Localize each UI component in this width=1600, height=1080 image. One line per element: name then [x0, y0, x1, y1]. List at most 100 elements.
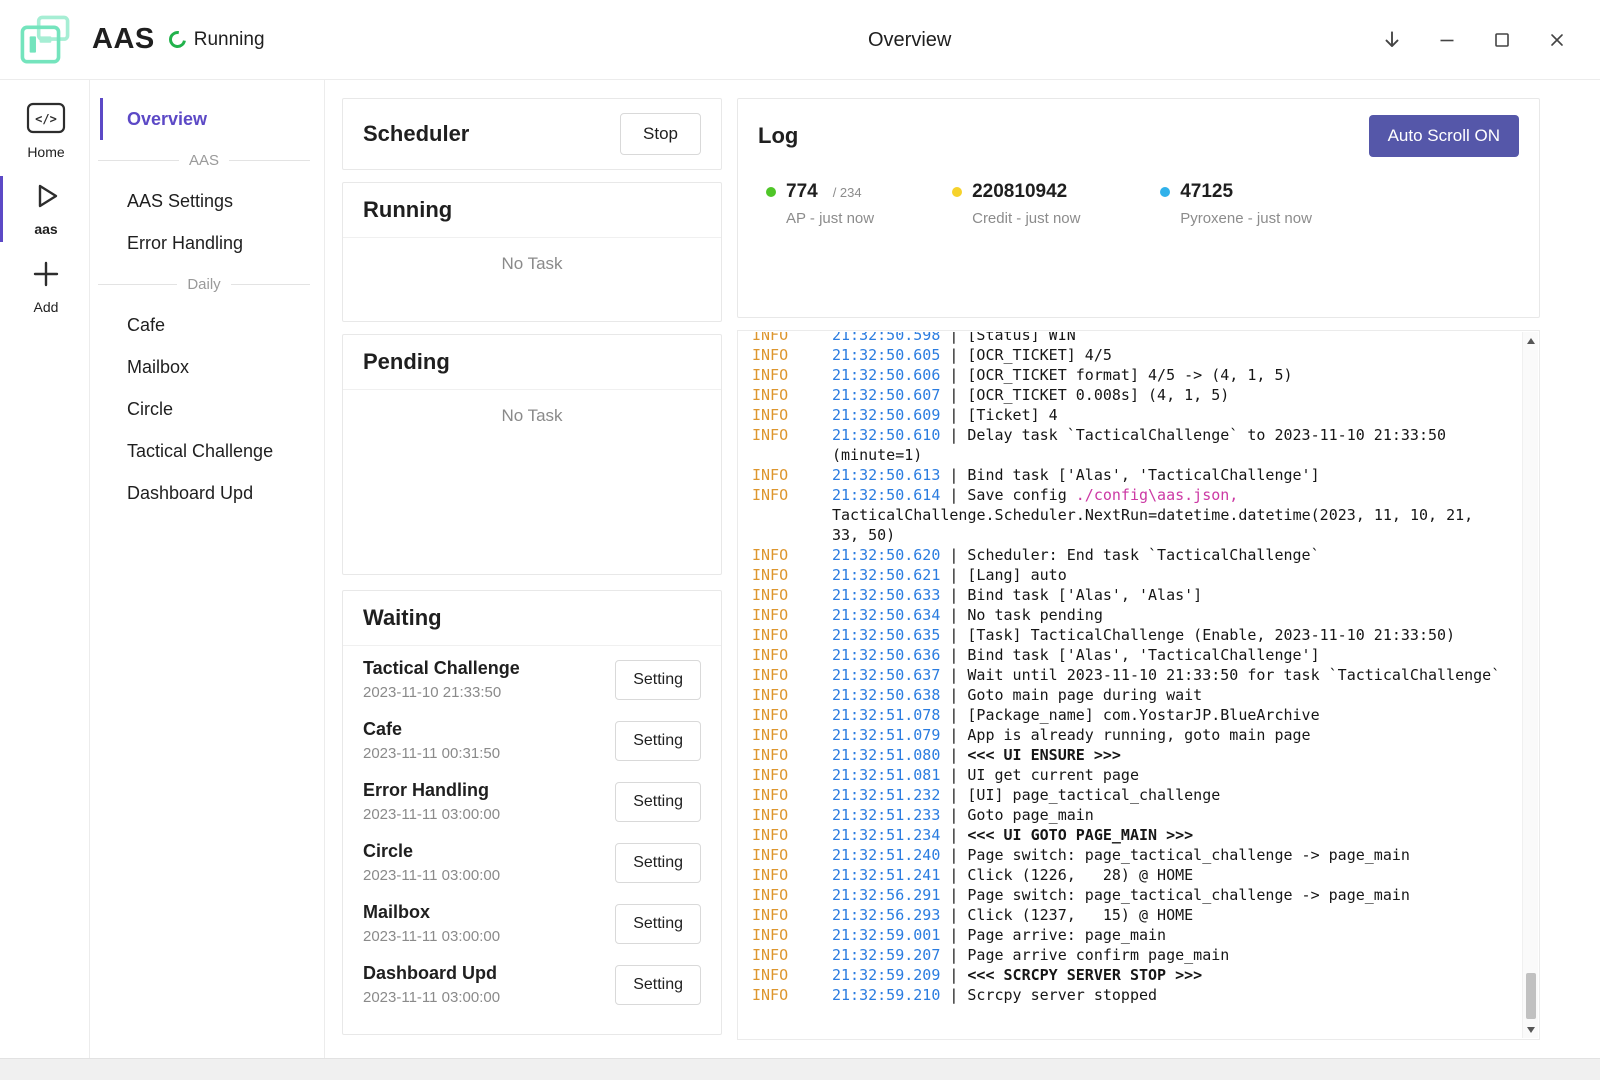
sidebar-item-error-handling[interactable]: Error Handling — [100, 222, 324, 264]
waiting-task-time: 2023-11-11 03:00:00 — [363, 806, 500, 823]
svg-text:</>: </> — [35, 112, 57, 126]
minimize-button[interactable] — [1430, 23, 1464, 57]
pending-card-header: Pending — [343, 335, 721, 390]
auto-scroll-toggle[interactable]: Auto Scroll ON — [1369, 115, 1519, 157]
task-setting-button[interactable]: Setting — [615, 904, 701, 944]
task-setting-button[interactable]: Setting — [615, 721, 701, 761]
scroll-up-arrow-icon[interactable] — [1523, 332, 1538, 349]
nav-rail-label: Add — [34, 299, 59, 315]
log-line: TacticalChallenge.Scheduler.NextRun=date… — [752, 505, 1522, 525]
waiting-task-row: Cafe 2023-11-11 00:31:50 Setting — [363, 710, 701, 771]
task-setting-button[interactable]: Setting — [615, 843, 701, 883]
waiting-task-time: 2023-11-11 03:00:00 — [363, 989, 500, 1006]
sidebar-item-tactical-challenge[interactable]: Tactical Challenge — [100, 430, 324, 472]
log-line: INFO21:32:50.598|[Status] WIN — [752, 332, 1522, 345]
task-setting-button[interactable]: Setting — [615, 660, 701, 700]
log-line: INFO21:32:51.233|Goto page_main — [752, 805, 1522, 825]
scroll-down-arrow-icon[interactable] — [1523, 1021, 1538, 1038]
sidebar-section-aas: AAS — [98, 149, 310, 171]
maximize-button[interactable] — [1485, 23, 1519, 57]
play-icon — [31, 181, 61, 214]
nav-rail-item-home[interactable]: </> Home — [0, 98, 89, 164]
waiting-task-row: Mailbox 2023-11-11 03:00:00 Setting — [363, 893, 701, 954]
app-logo-icon — [14, 12, 76, 68]
sidebar-item-dashboard-upd[interactable]: Dashboard Upd — [100, 472, 324, 514]
running-status-label: Running — [194, 29, 265, 51]
log-card: Log Auto Scroll ON 774 / 234 — [737, 98, 1540, 318]
update-download-icon[interactable] — [1375, 23, 1409, 57]
log-line: INFO21:32:50.609|[Ticket] 4 — [752, 405, 1522, 425]
waiting-task-name: Error Handling — [363, 780, 500, 801]
log-line: INFO21:32:51.078|[Package_name] com.Yost… — [752, 705, 1522, 725]
log-column: Log Auto Scroll ON 774 / 234 — [737, 98, 1540, 1040]
waiting-task-name: Tactical Challenge — [363, 658, 520, 679]
log-line: INFO21:32:51.232|[UI] page_tactical_chal… — [752, 785, 1522, 805]
scheduler-stop-button[interactable]: Stop — [620, 113, 701, 155]
log-line: INFO21:32:59.207|Page arrive confirm pag… — [752, 945, 1522, 965]
stat-dot-icon — [952, 187, 962, 197]
sidebar-item-overview[interactable]: Overview — [100, 98, 324, 140]
app-window: AAS Running Overview — [0, 0, 1600, 1080]
waiting-task-row: Circle 2023-11-11 03:00:00 Setting — [363, 832, 701, 893]
plus-icon — [31, 259, 61, 292]
log-line: INFO21:32:56.293|Click (1237, 15) @ HOME — [752, 905, 1522, 925]
log-line: INFO21:32:50.637|Wait until 2023-11-10 2… — [752, 665, 1522, 685]
pending-empty-text: No Task — [343, 390, 721, 426]
stat-group: 774 / 234 AP - just now — [766, 181, 874, 227]
scheduler-card: Scheduler Stop — [342, 98, 722, 170]
content: Scheduler Stop Running No Task Pending N… — [325, 80, 1600, 1058]
running-card: Running No Task — [342, 182, 722, 322]
running-empty-text: No Task — [343, 238, 721, 274]
stat-dot-icon — [766, 187, 776, 197]
stat-value-row: 220810942 — [952, 181, 1082, 203]
stat-suffix: / 234 — [833, 185, 862, 200]
sidebar-section-daily: Daily — [98, 273, 310, 295]
pending-card: Pending No Task — [342, 334, 722, 575]
log-line: INFO21:32:59.209|<<< SCRCPY SERVER STOP … — [752, 965, 1522, 985]
waiting-task-list: Tactical Challenge 2023-11-10 21:33:50 S… — [343, 646, 721, 1015]
titlebar: AAS Running Overview — [0, 0, 1600, 80]
sidebar-item-mailbox[interactable]: Mailbox — [100, 346, 324, 388]
task-setting-button[interactable]: Setting — [615, 782, 701, 822]
log-line: INFO21:32:51.241|Click (1226, 28) @ HOME — [752, 865, 1522, 885]
horizontal-scrollbar[interactable] — [0, 1058, 1600, 1080]
waiting-task-time: 2023-11-10 21:33:50 — [363, 684, 520, 701]
scheduler-column: Scheduler Stop Running No Task Pending N… — [342, 98, 722, 1040]
window-controls — [1375, 23, 1574, 57]
dashboard-stats: 774 / 234 AP - just now 220810942 — [758, 181, 1519, 227]
log-line: (minute=1) — [752, 445, 1522, 465]
log-line: INFO21:32:51.080|<<< UI ENSURE >>> — [752, 745, 1522, 765]
nav-rail-label: Home — [27, 144, 64, 160]
waiting-task-info: Cafe 2023-11-11 00:31:50 — [363, 719, 500, 762]
waiting-task-info: Dashboard Upd 2023-11-11 03:00:00 — [363, 963, 500, 1006]
log-line: INFO21:32:50.605|[OCR_TICKET] 4/5 — [752, 345, 1522, 365]
stat-value: 47125 — [1180, 181, 1233, 203]
task-setting-button[interactable]: Setting — [615, 965, 701, 1005]
close-button[interactable] — [1540, 23, 1574, 57]
page-title: Overview — [868, 0, 951, 80]
log-lines: INFO21:32:50.598|[Status] WININFO21:32:5… — [752, 332, 1522, 1005]
stat-label: Pyroxene - just now — [1180, 210, 1312, 227]
waiting-title: Waiting — [363, 605, 442, 631]
nav-rail-item-add[interactable]: Add — [0, 254, 89, 320]
scheduler-status: Running — [169, 29, 265, 51]
waiting-task-info: Tactical Challenge 2023-11-10 21:33:50 — [363, 658, 520, 701]
sidebar-item-cafe[interactable]: Cafe — [100, 304, 324, 346]
stat-value-row: 47125 — [1160, 181, 1312, 203]
pending-title: Pending — [363, 349, 450, 375]
log-line: INFO21:32:51.079|App is already running,… — [752, 725, 1522, 745]
sidebar-item-circle[interactable]: Circle — [100, 388, 324, 430]
log-line: INFO21:32:51.081|UI get current page — [752, 765, 1522, 785]
sidebar-item-aas-settings[interactable]: AAS Settings — [100, 180, 324, 222]
log-line: INFO21:32:50.607|[OCR_TICKET 0.008s] (4,… — [752, 385, 1522, 405]
log-card-header: Log Auto Scroll ON — [758, 115, 1519, 157]
waiting-task-time: 2023-11-11 03:00:00 — [363, 867, 500, 884]
log-line: INFO21:32:59.210|Scrcpy server stopped — [752, 985, 1522, 1005]
log-line: INFO21:32:50.636|Bind task ['Alas', 'Tac… — [752, 645, 1522, 665]
log-line: INFO21:32:56.291|Page switch: page_tacti… — [752, 885, 1522, 905]
scrollbar-thumb[interactable] — [1526, 973, 1536, 1019]
log-scrollbar[interactable] — [1522, 332, 1538, 1038]
stat-label: AP - just now — [786, 210, 874, 227]
log-terminal: INFO21:32:50.598|[Status] WININFO21:32:5… — [737, 330, 1540, 1040]
nav-rail-item-aas[interactable]: aas — [0, 176, 89, 242]
